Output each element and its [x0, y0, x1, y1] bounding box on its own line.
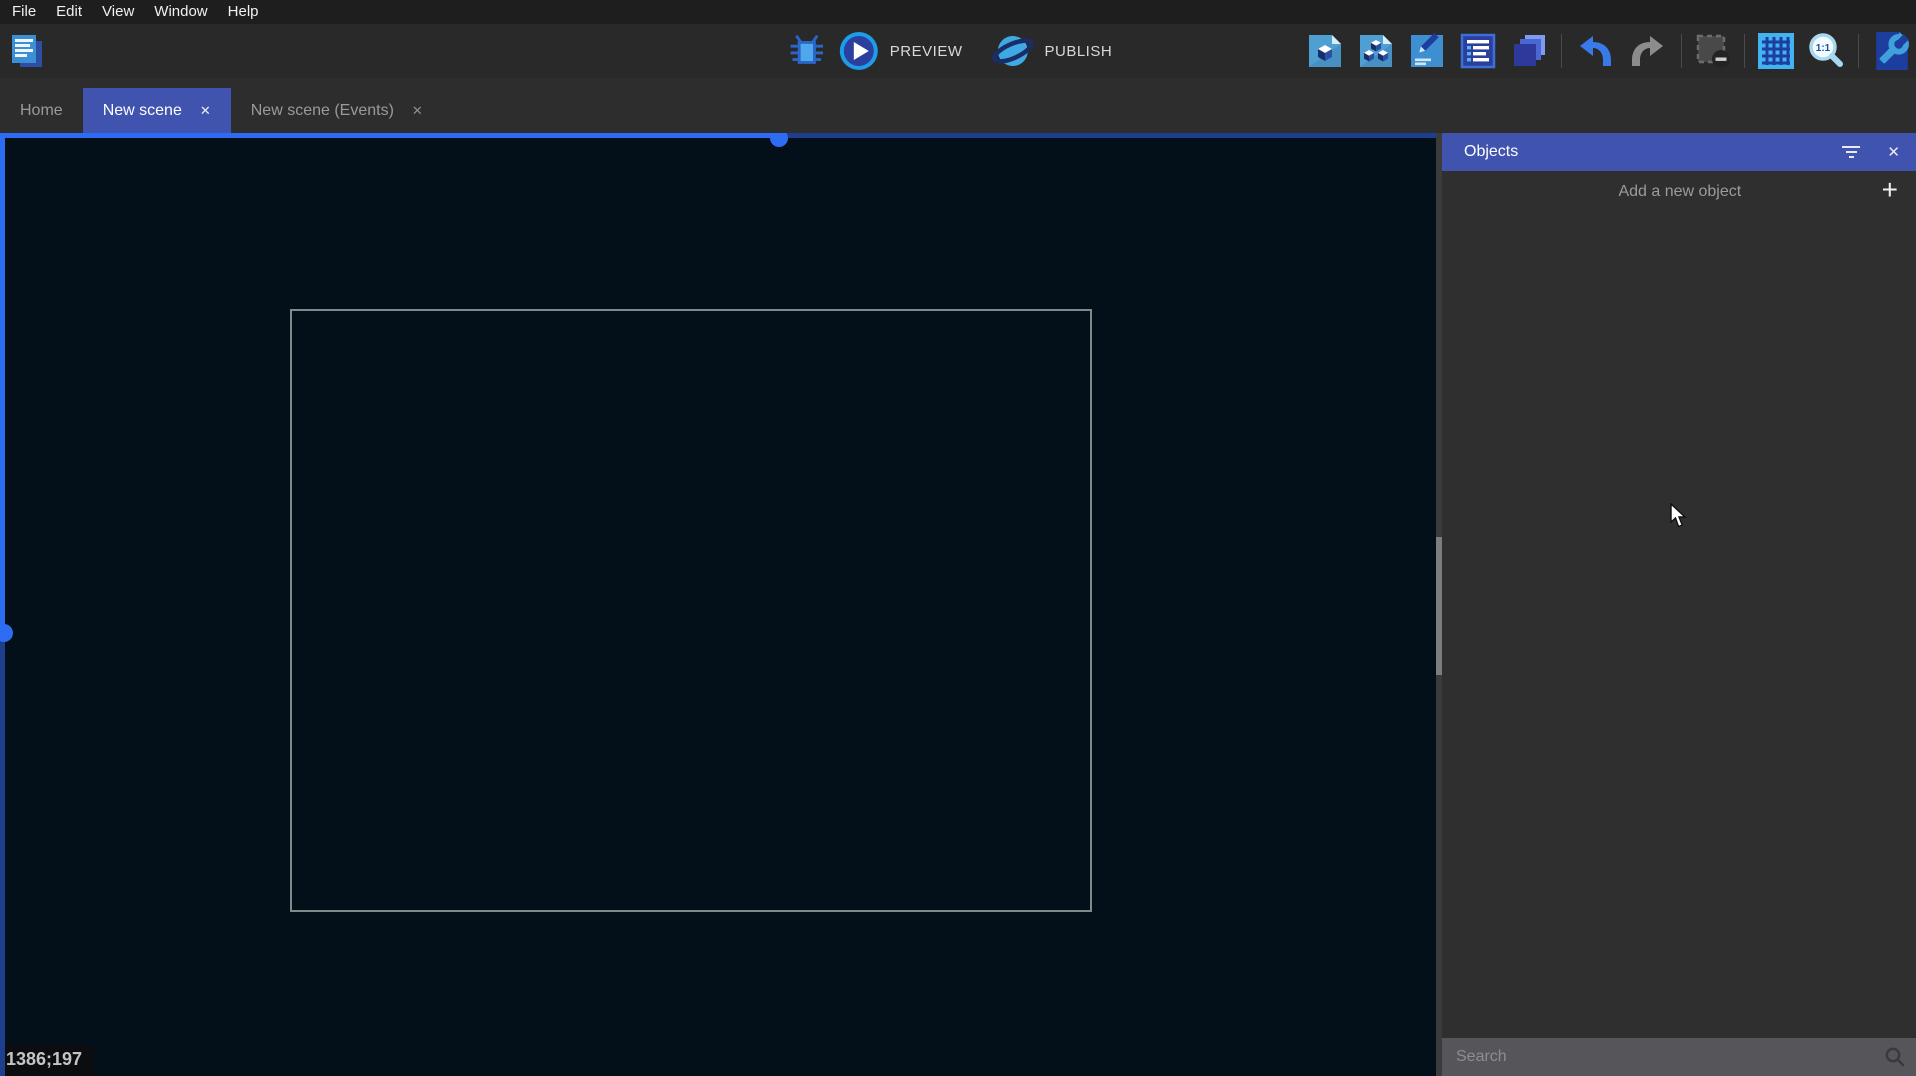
- zoom-one-to-one-icon: 1:1: [1807, 32, 1845, 70]
- gdevelop-window: File Edit View Window Help: [0, 0, 1916, 1076]
- toolbar-separator: [1561, 34, 1562, 68]
- redo-button[interactable]: [1628, 33, 1668, 69]
- grid-icon: [1758, 33, 1794, 69]
- debug-bug-icon: [786, 30, 828, 72]
- layers-button[interactable]: [1510, 32, 1548, 70]
- undo-icon: [1575, 33, 1615, 69]
- properties-button[interactable]: [1408, 32, 1446, 70]
- search-icon: [1884, 1046, 1906, 1068]
- object-search-bar: [1442, 1038, 1916, 1076]
- game-window-frame: [290, 309, 1092, 912]
- undo-button[interactable]: [1575, 33, 1615, 69]
- tab-home[interactable]: Home: [0, 88, 83, 133]
- toolbar-separator: [1858, 34, 1859, 68]
- menu-bar: File Edit View Window Help: [0, 0, 1916, 24]
- preview-label[interactable]: PREVIEW: [890, 43, 963, 60]
- editor-tab-bar: Home New scene ✕ New scene (Events) ✕: [0, 78, 1916, 133]
- zoom-ratio-label: 1:1: [1816, 43, 1831, 54]
- objects-panel-header: Objects ✕: [1442, 133, 1916, 171]
- menu-file[interactable]: File: [2, 0, 46, 24]
- render-mask-button[interactable]: [1695, 33, 1731, 69]
- canvas-vertical-scrollbar-track[interactable]: [0, 633, 5, 1076]
- publish-globe-icon: [990, 30, 1034, 72]
- tab-new-scene[interactable]: New scene ✕: [83, 88, 231, 133]
- add-object-label: Add a new object: [1442, 183, 1882, 201]
- properties-icon: [1408, 32, 1446, 70]
- canvas-vertical-scrollbar[interactable]: [0, 133, 5, 633]
- objects-editor-button[interactable]: [1306, 32, 1344, 70]
- instances-list-icon: [1459, 32, 1497, 70]
- preview-button[interactable]: [838, 30, 880, 72]
- objects-panel-close-icon[interactable]: ✕: [1887, 143, 1900, 161]
- toolbar-separator: [1681, 34, 1682, 68]
- project-manager-icon: [8, 31, 46, 71]
- toolbar-separator: [1744, 34, 1745, 68]
- add-object-button[interactable]: Add a new object +: [1442, 171, 1916, 213]
- canvas-vertical-scroll-handle[interactable]: [0, 624, 13, 642]
- tab-home-label: Home: [20, 102, 63, 120]
- scene-settings-wrench-icon: [1872, 29, 1912, 73]
- canvas-horizontal-scrollbar[interactable]: [0, 133, 779, 138]
- main-toolbar: PREVIEW PUBLISH: [0, 24, 1916, 78]
- objects-panel: Objects ✕ Add a new object +: [1442, 133, 1916, 1076]
- project-manager-button[interactable]: [8, 31, 46, 71]
- filter-icon[interactable]: [1841, 146, 1861, 158]
- tab-new-scene-events[interactable]: New scene (Events) ✕: [231, 88, 443, 133]
- zoom-one-to-one-button[interactable]: 1:1: [1807, 32, 1845, 70]
- tab-new-scene-events-label: New scene (Events): [251, 102, 394, 120]
- render-mask-icon: [1695, 33, 1731, 69]
- objects-editor-icon: [1306, 32, 1344, 70]
- object-search-input[interactable]: [1456, 1048, 1884, 1066]
- plus-icon[interactable]: +: [1882, 176, 1916, 208]
- object-groups-icon: [1357, 32, 1395, 70]
- preview-play-icon: [838, 30, 880, 72]
- menu-help[interactable]: Help: [218, 0, 269, 24]
- mouse-cursor: [1670, 503, 1688, 534]
- publish-label[interactable]: PUBLISH: [1044, 43, 1112, 60]
- objects-panel-title: Objects: [1464, 143, 1841, 161]
- scene-canvas[interactable]: 1386;197: [0, 133, 1436, 1076]
- cursor-coordinates-readout: 1386;197: [0, 1045, 94, 1076]
- layers-icon: [1510, 32, 1548, 70]
- tab-new-scene-close-icon[interactable]: ✕: [200, 103, 211, 119]
- objects-list-empty-area[interactable]: [1442, 213, 1916, 1038]
- canvas-horizontal-scrollbar-track[interactable]: [779, 133, 1436, 138]
- redo-icon: [1628, 33, 1668, 69]
- menu-edit[interactable]: Edit: [46, 0, 92, 24]
- scene-settings-button[interactable]: [1872, 29, 1912, 73]
- grid-button[interactable]: [1758, 33, 1794, 69]
- publish-button[interactable]: [990, 30, 1034, 72]
- main-area: 1386;197 Objects ✕ Add a new object +: [0, 133, 1916, 1076]
- canvas-horizontal-scroll-handle[interactable]: [770, 133, 788, 147]
- instances-list-button[interactable]: [1459, 32, 1497, 70]
- menu-view[interactable]: View: [92, 0, 144, 24]
- tab-new-scene-events-close-icon[interactable]: ✕: [412, 103, 423, 119]
- menu-window[interactable]: Window: [144, 0, 217, 24]
- object-groups-button[interactable]: [1357, 32, 1395, 70]
- tab-new-scene-label: New scene: [103, 102, 182, 120]
- debug-button[interactable]: [786, 30, 828, 72]
